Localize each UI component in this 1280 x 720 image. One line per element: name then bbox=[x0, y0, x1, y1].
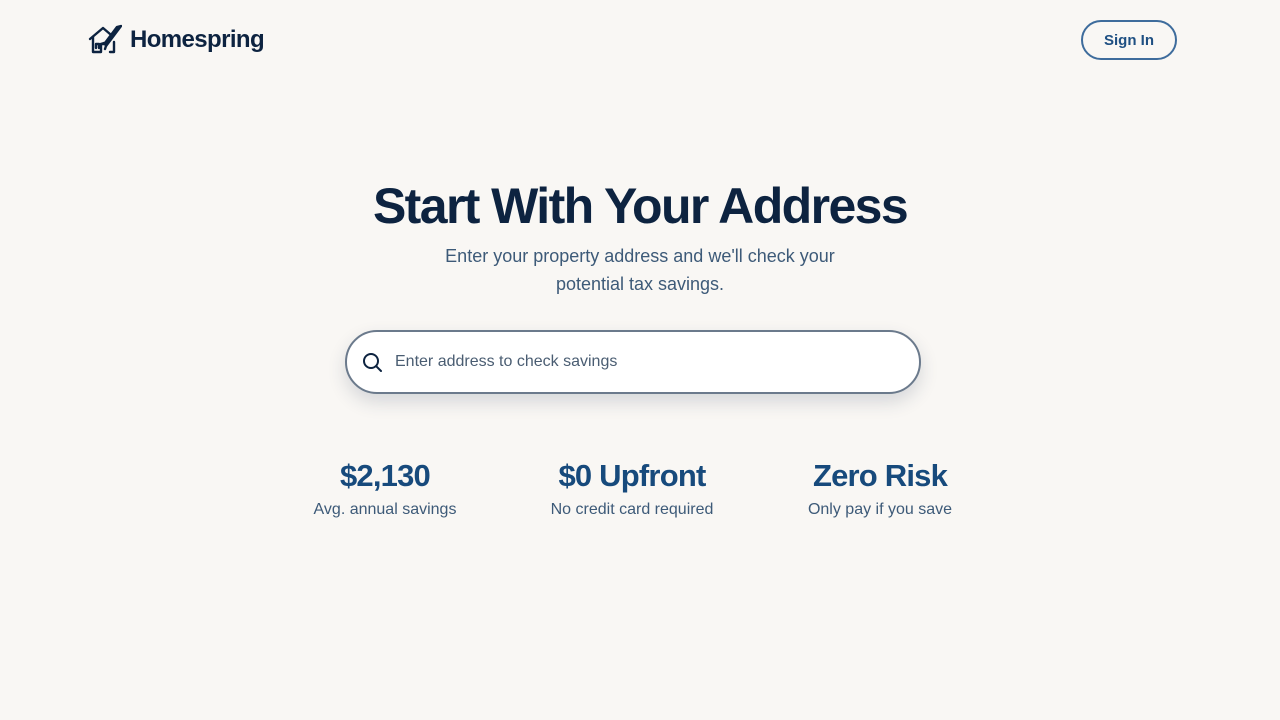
stat-caption: Avg. annual savings bbox=[313, 501, 457, 518]
page: Homespring Sign In Start With Your Addre… bbox=[0, 0, 1280, 720]
stat-value: Zero Risk bbox=[812, 458, 948, 493]
hero-subtitle: Enter your property address and we'll ch… bbox=[445, 246, 835, 294]
site-header: Homespring Sign In bbox=[0, 0, 1280, 80]
page-title: Start With Your Address bbox=[372, 178, 909, 234]
stat-value: $0 Upfront bbox=[558, 458, 706, 493]
stat-zero-risk: Zero Risk Only pay if you save bbox=[760, 456, 1000, 520]
stat-value: $2,130 bbox=[339, 458, 431, 493]
sign-in-button[interactable]: Sign In bbox=[1081, 20, 1177, 60]
brand-logo-link[interactable]: Homespring bbox=[88, 24, 265, 56]
stat-caption: No credit card required bbox=[550, 501, 714, 518]
address-search-input[interactable] bbox=[395, 332, 895, 392]
stat-caption: Only pay if you save bbox=[807, 501, 953, 518]
search-icon bbox=[361, 351, 383, 373]
stat-avg-savings: $2,130 Avg. annual savings bbox=[265, 456, 505, 520]
house-rocket-icon bbox=[88, 24, 122, 56]
stat-upfront: $0 Upfront No credit card required bbox=[512, 456, 752, 520]
address-search-box[interactable] bbox=[345, 330, 921, 394]
brand-name: Homespring bbox=[130, 26, 265, 53]
